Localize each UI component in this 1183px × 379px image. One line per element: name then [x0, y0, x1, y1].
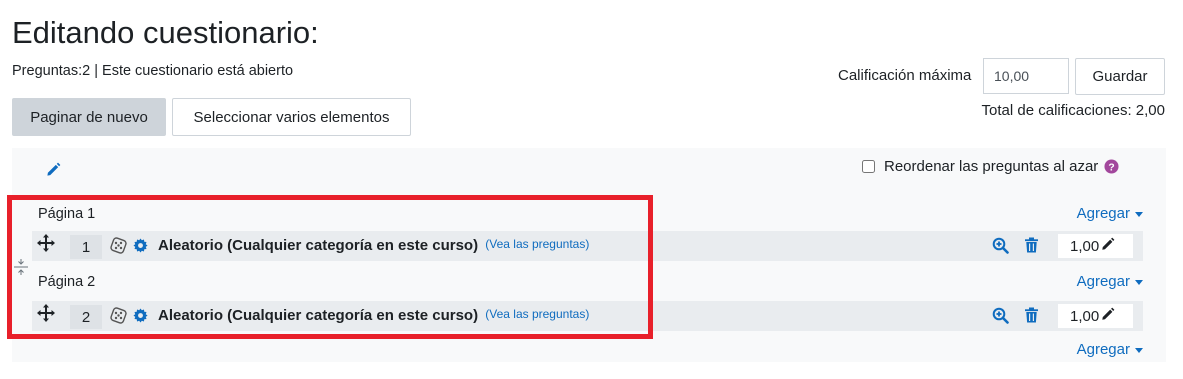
pencil-icon[interactable] [1099, 307, 1115, 325]
add-label: Agregar [1076, 273, 1130, 290]
add-label: Agregar [1076, 341, 1130, 358]
max-grade-label: Calificación máxima [838, 67, 972, 84]
shuffle-questions-option[interactable]: Reordenar las preguntas al azar ? [862, 158, 1119, 175]
page-label-1: Página 1 [38, 206, 96, 222]
dice-icon [110, 307, 127, 329]
caret-down-icon [1135, 279, 1143, 285]
move-icon[interactable] [37, 304, 55, 327]
repaginate-button[interactable]: Paginar de nuevo [12, 98, 166, 136]
add-menu-page-2[interactable]: Agregar [1077, 273, 1143, 291]
max-mark-value: 1,00 [1070, 237, 1100, 255]
trash-icon[interactable] [1024, 307, 1039, 328]
gear-icon[interactable] [133, 308, 148, 328]
select-multiple-button[interactable]: Seleccionar varios elementos [172, 98, 411, 136]
shuffle-label: Reordenar las preguntas al azar [884, 158, 1099, 175]
question-name[interactable]: Aleatorio (Cualquier categoría en este c… [158, 237, 589, 255]
shuffle-checkbox[interactable] [862, 160, 875, 173]
page-label-2: Página 2 [38, 274, 96, 290]
move-icon[interactable] [37, 234, 55, 257]
page-title: Editando cuestionario: [12, 15, 319, 50]
total-grades: Total de calificaciones: 2,00 [981, 102, 1165, 119]
max-mark-field[interactable]: 1,00 [1058, 304, 1133, 328]
max-grade-input[interactable] [983, 58, 1069, 94]
page-break-icon[interactable] [14, 258, 28, 281]
question-name-text: Aleatorio (Cualquier categoría en este c… [158, 237, 479, 254]
question-row-2: 2 Aleatorio (Cualquier categoría en este… [32, 301, 1143, 331]
question-name-text: Aleatorio (Cualquier categoría en este c… [158, 307, 479, 324]
max-mark-field[interactable]: 1,00 [1058, 234, 1133, 258]
view-questions-link[interactable]: (Vea las preguntas) [485, 237, 589, 251]
dice-icon [110, 237, 127, 259]
search-plus-icon[interactable] [992, 237, 1009, 259]
pencil-icon[interactable] [46, 162, 61, 182]
view-questions-link[interactable]: (Vea las preguntas) [485, 307, 589, 321]
question-name[interactable]: Aleatorio (Cualquier categoría en este c… [158, 307, 589, 325]
save-button[interactable]: Guardar [1075, 58, 1165, 95]
question-circle-icon[interactable]: ? [1104, 159, 1119, 174]
search-plus-icon[interactable] [992, 307, 1009, 329]
slot-number: 1 [70, 235, 102, 259]
max-mark-value: 1,00 [1070, 307, 1100, 325]
quiz-status: Preguntas:2 | Este cuestionario está abi… [12, 63, 294, 79]
gear-icon[interactable] [133, 238, 148, 258]
caret-down-icon [1135, 211, 1143, 217]
trash-icon[interactable] [1024, 237, 1039, 258]
question-row-1: 1 Aleatorio (Cualquier categoría en este… [32, 231, 1143, 261]
add-menu-page-1[interactable]: Agregar [1077, 205, 1143, 223]
slot-number: 2 [70, 305, 102, 329]
caret-down-icon [1135, 347, 1143, 353]
pencil-icon[interactable] [1099, 237, 1115, 255]
add-label: Agregar [1076, 205, 1130, 222]
add-menu-end[interactable]: Agregar [1077, 341, 1143, 359]
svg-text:?: ? [1109, 162, 1115, 173]
